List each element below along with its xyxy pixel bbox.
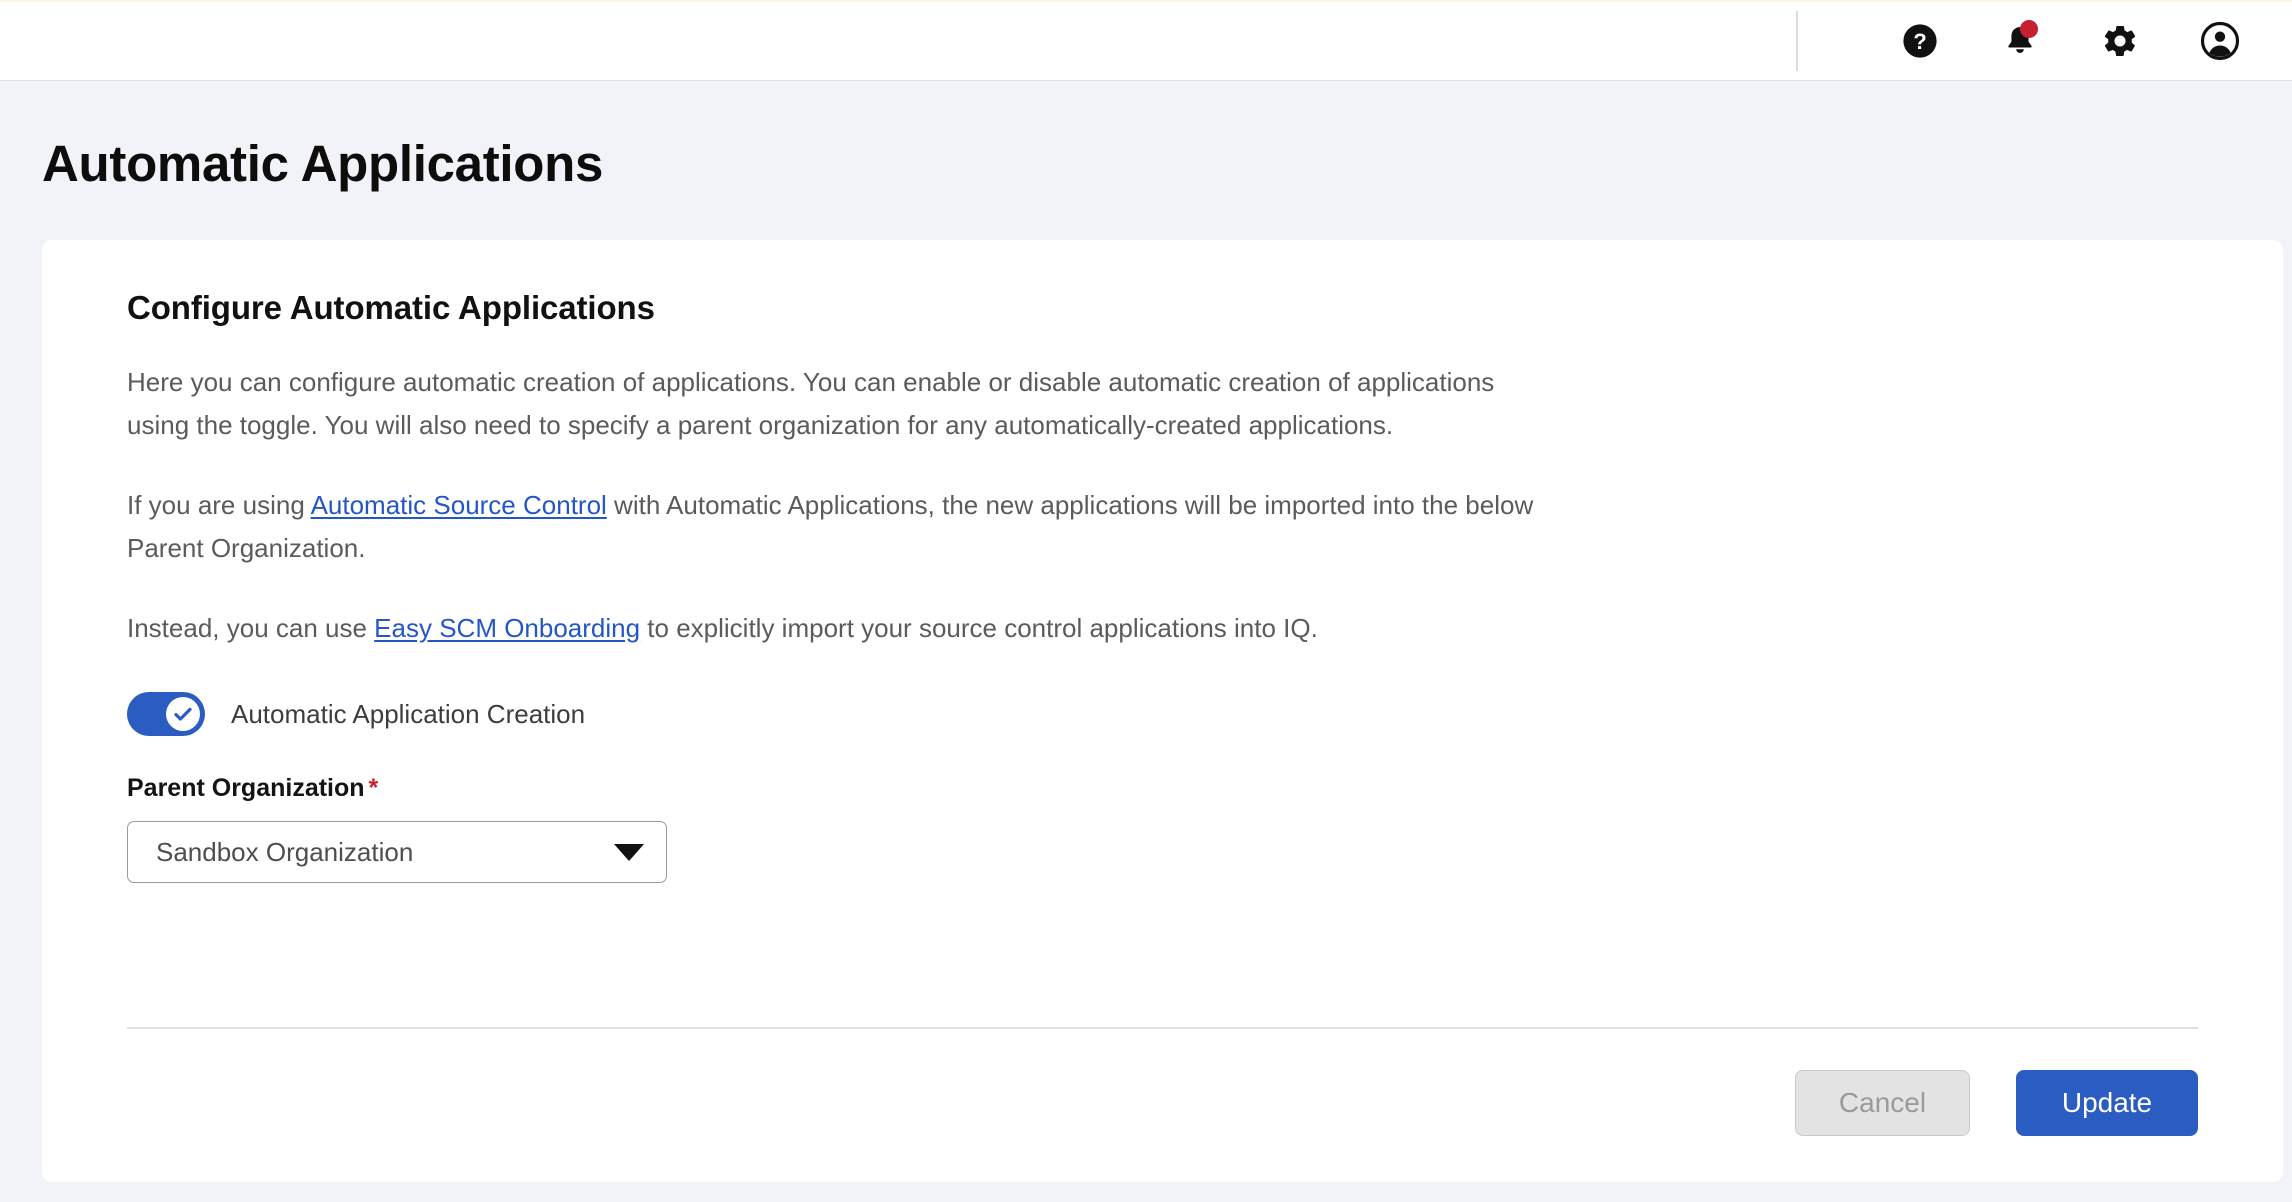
required-asterisk: * <box>368 774 379 802</box>
parent-organization-selected-value: Sandbox Organization <box>156 836 414 867</box>
gear-icon-glyph <box>2104 25 2136 57</box>
notification-badge <box>2020 20 2038 38</box>
page-title: Automatic Applications <box>42 135 604 192</box>
toggle-label: Automatic Application Creation <box>231 698 586 729</box>
parent-organization-label-text: Parent Organization <box>127 774 365 802</box>
help-icon-glyph: ? <box>1903 24 1937 58</box>
parent-organization-label: Parent Organization * <box>127 736 2198 803</box>
description-paragraph-1: Here you can configure automatic creatio… <box>127 367 1495 440</box>
header-divider <box>1796 11 1798 71</box>
card-heading: Configure Automatic Applications <box>127 289 655 326</box>
configuration-card: Configure Automatic Applications Here yo… <box>42 240 2283 1182</box>
card-footer-actions: Cancel Update <box>1795 1070 2198 1136</box>
parent-organization-select[interactable]: Sandbox Organization <box>127 821 667 883</box>
account-circle-icon-glyph <box>2200 21 2240 61</box>
header-icon-group: ? <box>1870 11 2292 71</box>
toggle-knob <box>166 697 200 731</box>
top-header-bar: ? <box>0 0 2292 81</box>
description-paragraph-3: Instead, you can use Easy SCM Onboarding… <box>127 570 1562 650</box>
gear-icon[interactable] <box>2070 11 2170 71</box>
cancel-button[interactable]: Cancel <box>1795 1070 1970 1136</box>
notifications-icon[interactable] <box>1970 11 2070 71</box>
footer-divider <box>127 1027 2198 1029</box>
chevron-down-icon <box>614 843 644 861</box>
description-paragraph-2: If you are using Automatic Source Contro… <box>127 447 1562 570</box>
paragraph-3-before: Instead, you can use <box>127 613 375 643</box>
check-icon <box>174 707 192 721</box>
easy-scm-onboarding-link[interactable]: Easy SCM Onboarding <box>374 613 640 643</box>
update-button[interactable]: Update <box>2016 1070 2198 1136</box>
paragraph-2-before: If you are using <box>127 490 311 520</box>
paragraph-3-after: to explicitly import your source control… <box>640 613 1318 643</box>
help-icon[interactable]: ? <box>1870 11 1970 71</box>
automatic-source-control-link[interactable]: Automatic Source Control <box>311 490 607 520</box>
automatic-application-creation-toggle[interactable] <box>127 692 205 736</box>
automatic-application-creation-row: Automatic Application Creation <box>127 650 2198 736</box>
svg-text:?: ? <box>1913 29 1927 54</box>
account-icon[interactable] <box>2170 11 2270 71</box>
